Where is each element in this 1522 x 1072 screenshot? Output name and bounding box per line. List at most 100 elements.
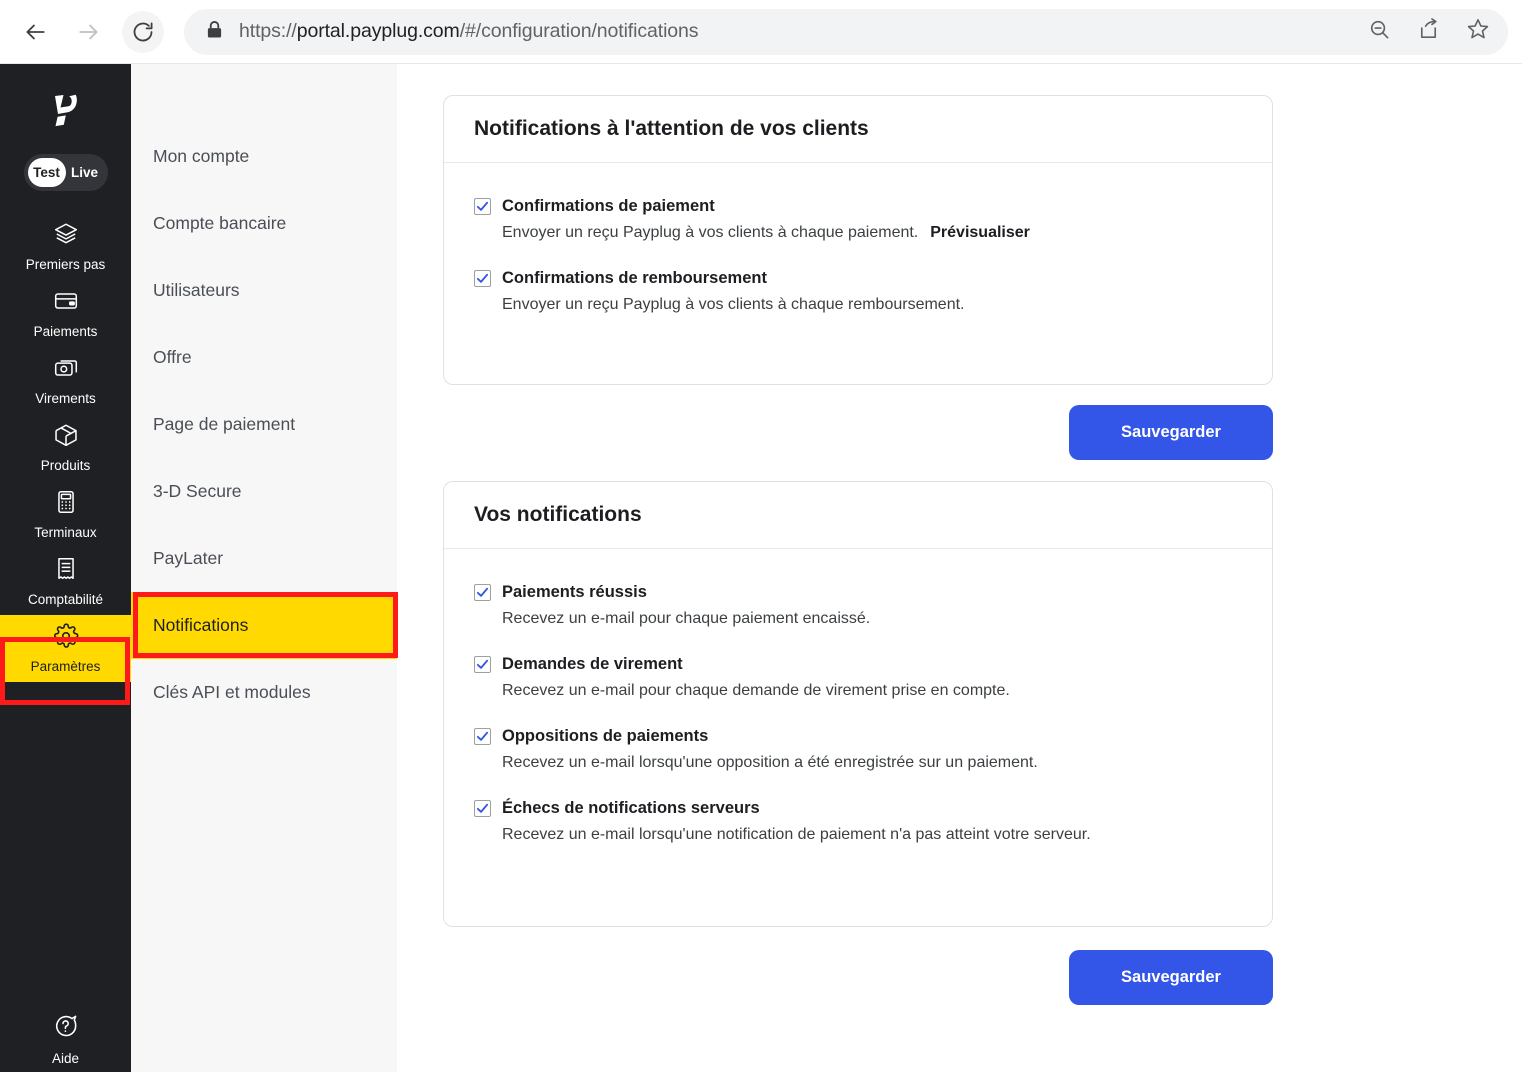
sidebar-item-terminaux[interactable]: Terminaux [0, 481, 131, 548]
option-description: Recevez un e-mail pour chaque demande de… [502, 682, 1010, 699]
gear-icon [53, 623, 79, 654]
subnav-item-offre[interactable]: Offre [131, 324, 397, 391]
subnav-item-mon-compte[interactable]: Mon compte [131, 123, 397, 190]
subnav-item-utilisateurs[interactable]: Utilisateurs [131, 257, 397, 324]
bookmark-star-icon[interactable] [1466, 17, 1490, 46]
option-label: Confirmations de remboursement [502, 269, 767, 287]
subnav-item-notifications[interactable]: Notifications [131, 592, 397, 659]
option-header: Oppositions de paiements [474, 727, 1242, 746]
transfers-icon [53, 355, 79, 386]
option-demandes-de-virement: Demandes de virement Recevez un e-mail p… [474, 655, 1242, 700]
share-icon[interactable] [1417, 17, 1440, 46]
env-toggle[interactable]: Test Live [23, 154, 108, 191]
back-arrow-icon [22, 19, 48, 45]
option-label: Oppositions de paiements [502, 727, 709, 745]
option-description: Envoyer un reçu Payplug à vos clients à … [502, 296, 1242, 314]
url-path: /#/configuration/notifications [459, 20, 699, 42]
sidebar-item-produits[interactable]: Produits [0, 414, 131, 481]
omnibox-actions [1348, 17, 1490, 46]
save-button-vos-notifications[interactable]: Sauvegarder [1069, 950, 1273, 1005]
checkbox-confirmations-de-paiement[interactable] [474, 198, 491, 215]
sidebar-item-label: Virements [35, 391, 96, 407]
payplug-logo[interactable] [0, 64, 131, 140]
sidebar-item-premiers-pas[interactable]: Premiers pas [0, 213, 131, 280]
reload-icon [131, 20, 155, 44]
card-body: Paiements réussis Recevez un e-mail pour… [444, 549, 1272, 844]
box-icon [53, 422, 79, 453]
option-description: Recevez un e-mail lorsqu'une opposition … [502, 754, 1038, 771]
env-toggle-live[interactable]: Live [66, 158, 104, 187]
rail-items: Premiers pas Paiements Virements Produit… [0, 213, 131, 682]
url-prefix: https:// [239, 20, 297, 42]
forward-arrow-icon [76, 19, 102, 45]
save-button-clients[interactable]: Sauvegarder [1069, 405, 1273, 460]
layers-icon [53, 221, 79, 252]
env-toggle-test[interactable]: Test [27, 158, 66, 187]
forward-button[interactable] [68, 11, 110, 53]
sidebar-item-label: Terminaux [34, 525, 97, 541]
browser-toolbar: https://portal.payplug.com/#/configurati… [0, 0, 1522, 64]
option-header: Paiements réussis [474, 583, 1242, 602]
sidebar-item-label: Comptabilité [27, 592, 104, 608]
option-header: Demandes de virement [474, 655, 1242, 674]
option-label: Confirmations de paiement [502, 197, 715, 215]
subnav-item-page-de-paiement[interactable]: Page de paiement [131, 391, 397, 458]
option-label: Demandes de virement [502, 655, 683, 673]
sidebar-item-label: Paiements [33, 324, 98, 340]
subnav-item-3d-secure[interactable]: 3-D Secure [131, 458, 397, 525]
settings-subnav: Mon compte Compte bancaire Utilisateurs … [131, 64, 397, 1072]
credit-card-icon [53, 288, 79, 319]
option-oppositions-de-paiements: Oppositions de paiements Recevez un e-ma… [474, 727, 1242, 772]
option-label: Paiements réussis [502, 583, 647, 601]
card-title: Vos notifications [474, 503, 642, 526]
url-host: portal.payplug.com [296, 20, 460, 42]
sidebar-item-label: Premiers pas [25, 257, 106, 273]
checkbox-confirmations-de-remboursement[interactable] [474, 270, 491, 287]
option-header: Échecs de notifications serveurs [474, 799, 1242, 818]
back-button[interactable] [14, 11, 56, 53]
option-echecs-de-notifications-serveurs: Échecs de notifications serveurs Recevez… [474, 799, 1242, 844]
primary-sidebar: Test Live Premiers pas Paiements Viremen… [0, 64, 131, 1072]
option-description: Recevez un e-mail lorsqu'une notificatio… [502, 826, 1091, 843]
option-confirmations-de-paiement: Confirmations de paiement Envoyer un reç… [474, 197, 1242, 242]
option-confirmations-de-remboursement: Confirmations de remboursement Envoyer u… [474, 269, 1242, 314]
option-label: Échecs de notifications serveurs [502, 799, 760, 817]
option-header: Confirmations de paiement [474, 197, 1242, 216]
sidebar-item-paiements[interactable]: Paiements [0, 280, 131, 347]
terminal-icon [53, 489, 79, 520]
url-text: https://portal.payplug.com/#/configurati… [239, 20, 699, 43]
sidebar-item-comptabilite[interactable]: Comptabilité [0, 548, 131, 615]
option-description: Envoyer un reçu Payplug à vos clients à … [502, 224, 1242, 242]
main-content: Notifications à l'attention de vos clien… [397, 64, 1522, 1072]
card-title: Notifications à l'attention de vos clien… [474, 117, 869, 140]
checkbox-paiements-reussis[interactable] [474, 584, 491, 601]
card-body: Confirmations de paiement Envoyer un reç… [444, 163, 1272, 314]
subnav-item-paylater[interactable]: PayLater [131, 525, 397, 592]
card-header: Vos notifications [444, 482, 1272, 549]
card-header: Notifications à l'attention de vos clien… [444, 96, 1272, 163]
subnav-item-compte-bancaire[interactable]: Compte bancaire [131, 190, 397, 257]
lock-icon [206, 20, 223, 44]
option-description-text: Envoyer un reçu Payplug à vos clients à … [502, 296, 965, 313]
subnav-item-cles-api-et-modules[interactable]: Clés API et modules [131, 659, 397, 726]
option-header: Confirmations de remboursement [474, 269, 1242, 288]
checkbox-demandes-de-virement[interactable] [474, 656, 491, 673]
reload-button[interactable] [122, 10, 164, 53]
address-bar[interactable]: https://portal.payplug.com/#/configurati… [184, 8, 1508, 55]
sidebar-item-aide[interactable]: Aide [0, 1013, 131, 1066]
sidebar-item-virements[interactable]: Virements [0, 347, 131, 414]
checkbox-echecs-de-notifications-serveurs[interactable] [474, 800, 491, 817]
receipt-icon [53, 556, 79, 587]
zoom-out-icon[interactable] [1368, 18, 1391, 46]
previsualiser-link[interactable]: Prévisualiser [930, 224, 1030, 241]
option-description-text: Envoyer un reçu Payplug à vos clients à … [502, 224, 919, 241]
sidebar-item-label: Paramètres [30, 659, 101, 675]
sidebar-item-label: Aide [51, 1051, 80, 1066]
option-paiements-reussis: Paiements réussis Recevez un e-mail pour… [474, 583, 1242, 628]
help-bubble-icon [52, 1013, 79, 1045]
sidebar-item-parametres[interactable]: Paramètres [0, 615, 131, 682]
card-vos-notifications: Vos notifications Paiements réussis Rece… [443, 481, 1273, 927]
sidebar-item-label: Produits [40, 458, 91, 474]
checkbox-oppositions-de-paiements[interactable] [474, 728, 491, 745]
card-notifications-clients: Notifications à l'attention de vos clien… [443, 95, 1273, 385]
